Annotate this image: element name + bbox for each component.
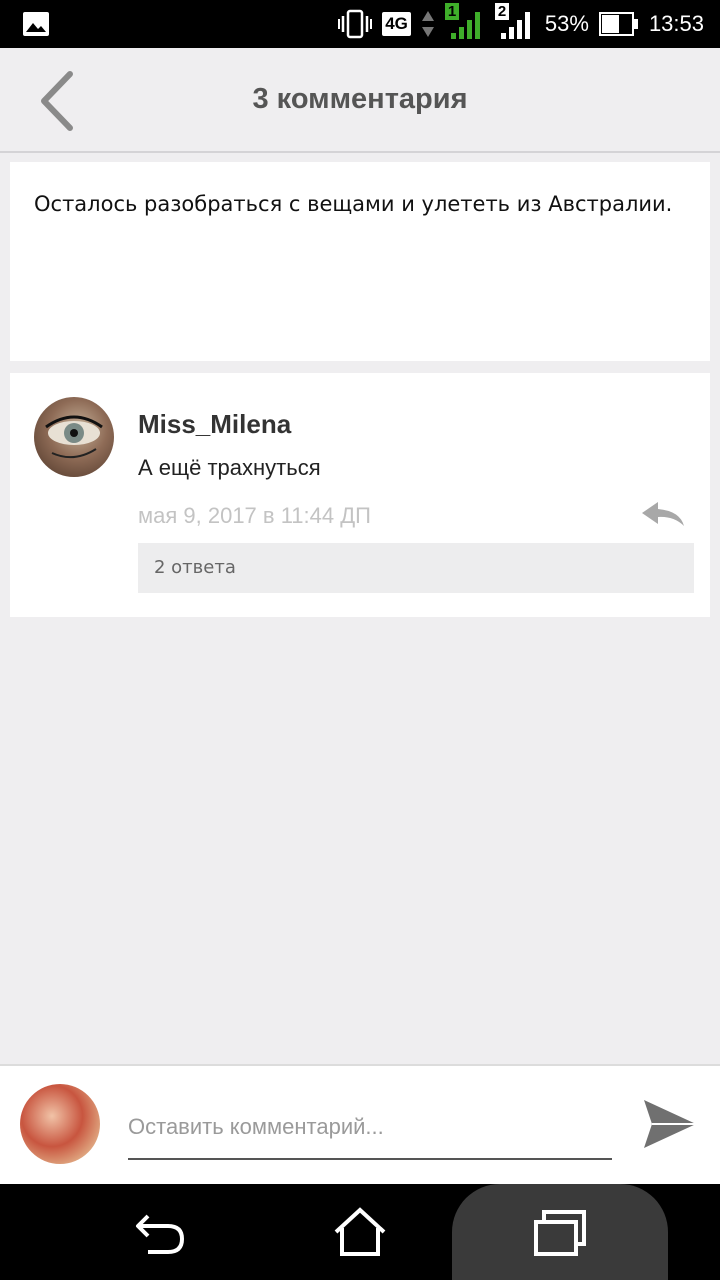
battery-percent: 53% bbox=[544, 11, 589, 36]
comment-text: А ещё трахнуться bbox=[138, 455, 321, 480]
nav-home-button[interactable] bbox=[330, 1206, 390, 1258]
signal-icon bbox=[500, 12, 530, 39]
page-title: 3 комментария bbox=[252, 83, 468, 115]
post-text: Осталось разобраться с вещами и улететь … bbox=[34, 192, 673, 216]
system-nav-bar bbox=[0, 1184, 720, 1280]
post-card: Осталось разобраться с вещами и улететь … bbox=[10, 162, 710, 361]
eye-image-icon bbox=[45, 415, 103, 459]
reply-icon[interactable] bbox=[640, 499, 686, 529]
comment-composer bbox=[0, 1064, 720, 1184]
replies-button[interactable]: 2 ответа bbox=[138, 543, 694, 593]
back-button[interactable] bbox=[28, 68, 88, 134]
comment-input[interactable] bbox=[128, 1096, 612, 1160]
network-type-badge: 4G bbox=[382, 12, 411, 36]
comment-author[interactable]: Miss_Milena bbox=[138, 409, 291, 440]
comment-card: Miss_Milena А ещё трахнуться мая 9, 2017… bbox=[10, 373, 710, 617]
sim2-signal: 2 bbox=[494, 3, 535, 41]
clock: 13:53 bbox=[648, 11, 704, 36]
vibrate-icon bbox=[338, 9, 373, 39]
chevron-left-icon bbox=[41, 71, 73, 131]
status-bar: 4G 1 2 53% 13:53 bbox=[0, 0, 720, 48]
data-arrows-icon bbox=[421, 11, 434, 37]
gallery-notification-icon bbox=[23, 12, 49, 36]
signal-icon bbox=[450, 12, 480, 39]
send-button[interactable] bbox=[640, 1096, 700, 1152]
comment-date: мая 9, 2017 в 11:44 ДП bbox=[138, 503, 371, 528]
battery-icon bbox=[598, 12, 638, 36]
sim1-signal: 1 bbox=[444, 3, 485, 41]
nav-back-button[interactable] bbox=[130, 1206, 190, 1258]
user-avatar bbox=[20, 1084, 100, 1164]
nav-recent-button[interactable] bbox=[530, 1206, 590, 1258]
commenter-avatar[interactable] bbox=[34, 397, 114, 477]
app-header: 3 комментария bbox=[0, 48, 720, 153]
